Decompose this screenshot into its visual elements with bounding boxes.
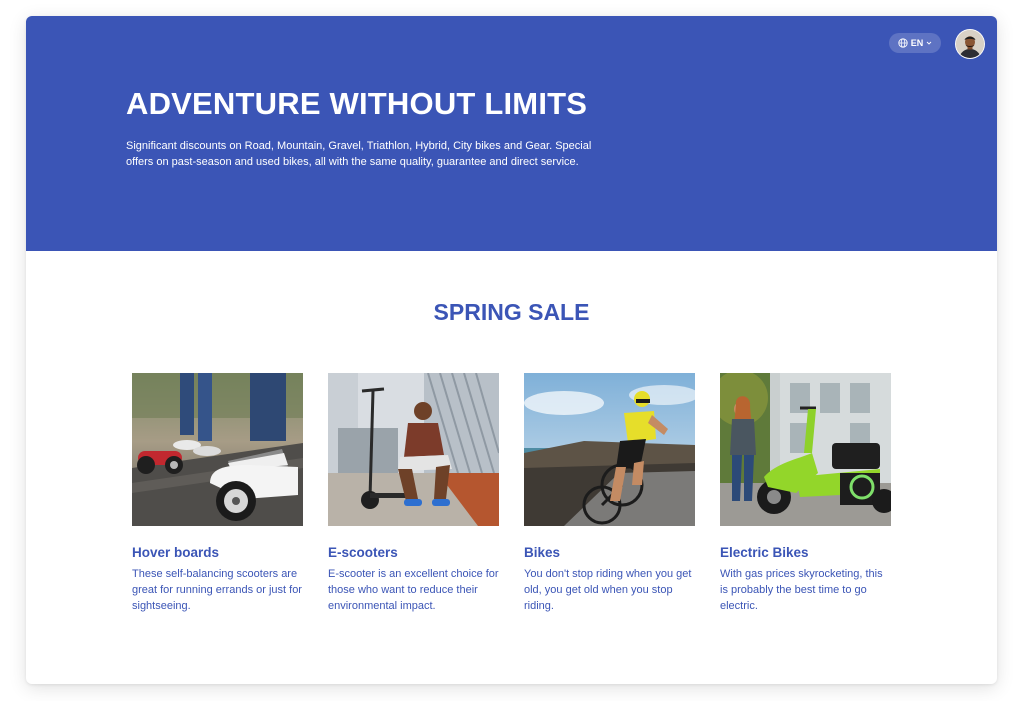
card-title[interactable]: Electric Bikes	[720, 545, 892, 560]
card-title[interactable]: E-scooters	[328, 545, 500, 560]
globe-icon	[898, 38, 908, 48]
section-title: SPRING SALE	[433, 299, 590, 325]
card-description: These self-balancing scooters are great …	[132, 568, 302, 612]
card-description: With gas prices skyrocketing, this is pr…	[720, 568, 883, 612]
card-description: You don't stop riding when you get old, …	[524, 568, 692, 612]
e-scooter-image[interactable]	[328, 373, 499, 526]
chevron-down-icon	[926, 40, 932, 46]
card-title[interactable]: Bikes	[524, 545, 696, 560]
product-card-hover-boards[interactable]: Hover boards These self-balancing scoote…	[132, 373, 304, 614]
product-card-electric-bikes[interactable]: Electric Bikes With gas prices skyrocket…	[720, 373, 892, 614]
user-avatar[interactable]	[955, 29, 985, 59]
bike-image[interactable]	[524, 373, 695, 526]
electric-bike-image[interactable]	[720, 373, 891, 526]
page-window: EN ADVENTURE WITHOUT LIMITS Significant …	[26, 16, 997, 684]
hover-board-image[interactable]	[132, 373, 303, 526]
card-description: E-scooter is an excellent choice for tho…	[328, 568, 499, 612]
product-card-bikes[interactable]: Bikes You don't stop riding when you get…	[524, 373, 696, 614]
hero-banner: EN ADVENTURE WITHOUT LIMITS Significant …	[26, 16, 997, 251]
hero-title: ADVENTURE WITHOUT LIMITS	[126, 86, 588, 121]
card-title[interactable]: Hover boards	[132, 545, 304, 560]
language-selector[interactable]: EN	[889, 33, 941, 53]
hero-subtitle: Significant discounts on Road, Mountain,…	[126, 140, 592, 168]
avatar-image	[956, 30, 984, 58]
language-label: EN	[910, 38, 924, 48]
product-card-e-scooters[interactable]: E-scooters E-scooter is an excellent cho…	[328, 373, 500, 614]
